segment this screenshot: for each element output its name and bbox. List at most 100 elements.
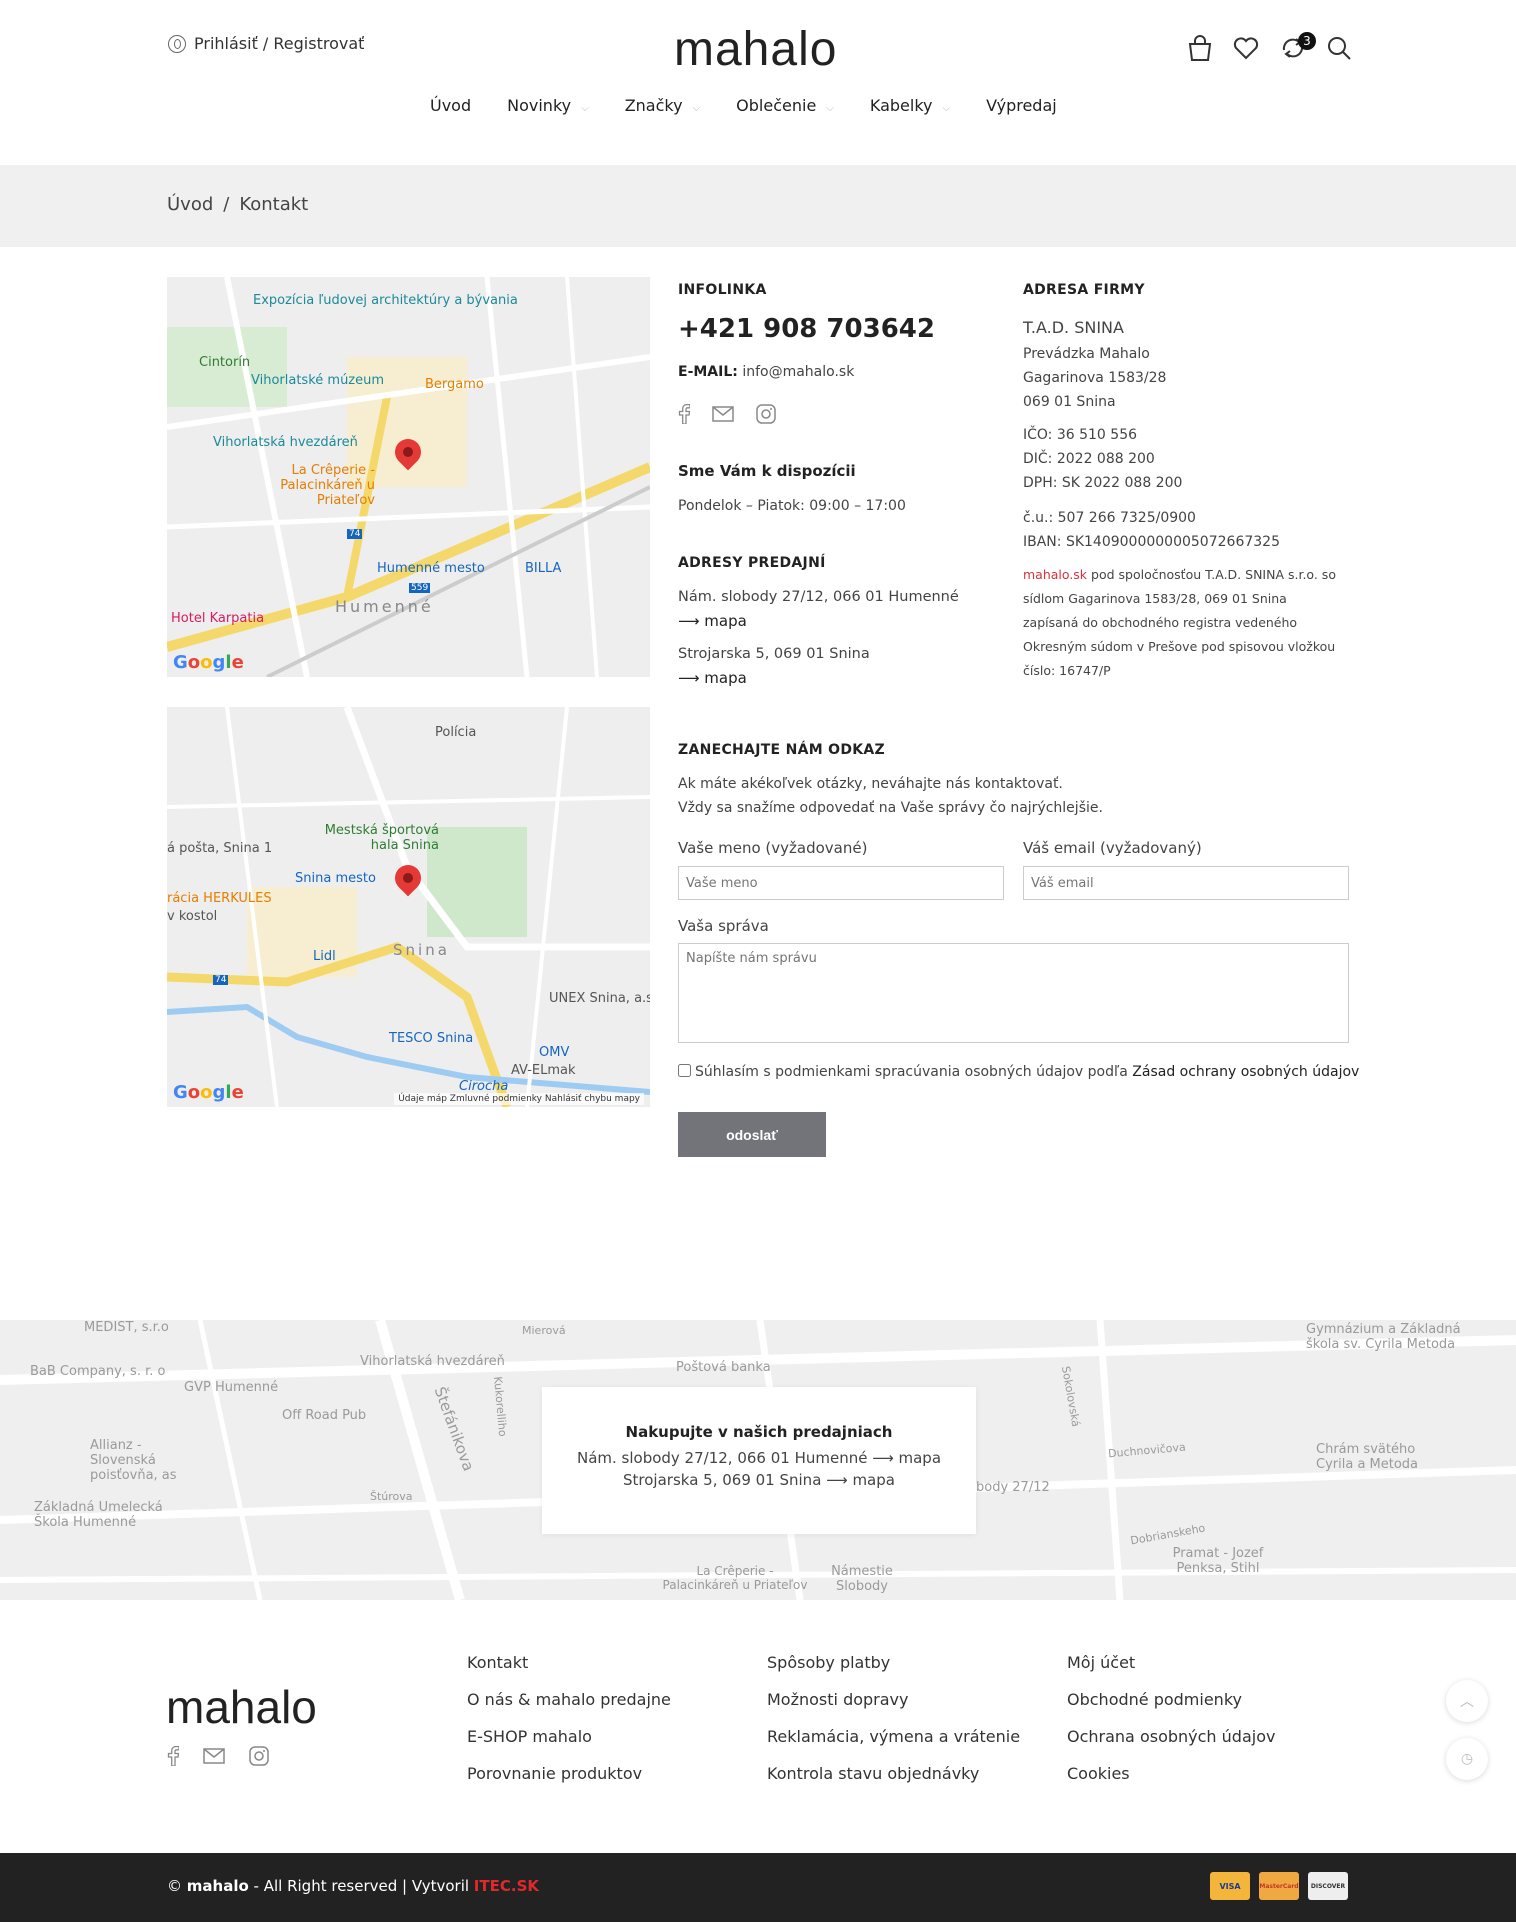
chevron-down-icon: ⌵ [942, 103, 951, 114]
map-label: Humenné [335, 597, 434, 616]
footer-link[interactable]: Kontakt [467, 1653, 528, 1672]
address-line: Prevádzka Mahalo [1023, 346, 1150, 362]
breadcrumb: Úvod / Kontakt [167, 194, 308, 215]
payment-cards: VISA MasterCard DISCOVER [1210, 1872, 1348, 1900]
company-address: Prevádzka Mahalo Gagarinova 1583/28 069 … [1023, 342, 1166, 414]
store-map-link-snina[interactable]: ⟶ mapa [678, 669, 747, 687]
facebook-icon[interactable] [678, 403, 691, 428]
privacy-policy-link[interactable]: Zásad ochrany osobných údajov [1132, 1064, 1359, 1080]
footer-link[interactable]: Spôsoby platby [767, 1653, 890, 1672]
footer-link[interactable]: E-SHOP mahalo [467, 1727, 592, 1746]
recently-viewed-button[interactable]: ◷ [1446, 1738, 1488, 1780]
footer-link[interactable]: Ochrana osobných údajov [1067, 1727, 1275, 1746]
legal-text: pod spoločnosťou T.A.D. SNINA s.r.o. so [1087, 567, 1336, 582]
store-map-link[interactable]: ⟶ mapa [872, 1449, 941, 1467]
instagram-icon[interactable] [249, 1746, 269, 1770]
store-map-link[interactable]: ⟶ mapa [826, 1471, 895, 1489]
copyright-text: - All Right reserved | Vytvoril [248, 1877, 474, 1895]
footer-social-links [167, 1745, 269, 1770]
available-heading: Sme Vám k dispozícii [678, 462, 856, 480]
footer-link[interactable]: Môj účet [1067, 1653, 1135, 1672]
map-footer-links[interactable]: Údaje máp Zmluvné podmienky Nahlásiť chy… [394, 1093, 644, 1105]
email-input[interactable] [1023, 866, 1349, 900]
chevron-down-icon: ⌵ [692, 103, 701, 114]
email-link[interactable]: info@mahalo.sk [742, 364, 854, 380]
map-label: Expozícia ľudovej architektúry a bývania [253, 293, 518, 308]
map-label: Lidl [313, 949, 336, 964]
band-map-label: Mierová [522, 1324, 566, 1337]
nav-item-kabelky[interactable]: Kabelky ⌵ [870, 96, 950, 115]
band-map-label: Vihorlatská hvezdáreň [360, 1354, 505, 1369]
map-label: Snina [393, 941, 450, 959]
band-map-label: GVP Humenné [184, 1380, 279, 1395]
map-snina[interactable]: Polícia Mestská športová hala Snina á po… [167, 707, 650, 1107]
legal-text: sídlom Gagarinova 1583/28, 069 01 Snina [1023, 591, 1287, 606]
google-logo: Google [173, 652, 244, 673]
message-textarea[interactable] [678, 943, 1349, 1043]
login-register-link[interactable]: Prihlásiť / Registrovať [168, 34, 364, 53]
company-ids: IČO: 36 510 556 DIČ: 2022 088 200 DPH: S… [1023, 423, 1182, 495]
facebook-icon[interactable] [167, 1745, 180, 1770]
store-address-humenne: Nám. slobody 27/12, 066 01 Humenné [678, 589, 959, 605]
phone-number[interactable]: +421 908 703642 [678, 314, 935, 344]
map-label: TESCO Snina [389, 1031, 474, 1046]
legal-text: číslo: 16747/P [1023, 663, 1111, 678]
consent-checkbox[interactable] [678, 1064, 691, 1077]
footer-link[interactable]: Reklamácia, výmena a vrátenie [767, 1727, 1020, 1746]
consent-row: Súhlasím s podmienkami spracúvania osobn… [678, 1062, 1368, 1082]
mastercard-icon: MasterCard [1259, 1872, 1299, 1900]
nav-item-novinky[interactable]: Novinky ⌵ [507, 96, 589, 115]
legal-brand-link[interactable]: mahalo.sk [1023, 567, 1087, 582]
wishlist-heart-icon[interactable] [1232, 34, 1260, 62]
map-label: BILLA [525, 561, 562, 576]
road-shield: 74 [213, 975, 229, 985]
band-map-label: Gymnázium a Základná škola sv. Cyrila Me… [1306, 1322, 1461, 1352]
name-input[interactable] [678, 866, 1004, 900]
footer-link[interactable]: Obchodné podmienky [1067, 1690, 1242, 1709]
stores-card-line: Nám. slobody 27/12, 066 01 Humenné ⟶ map… [542, 1449, 976, 1467]
compare-count-badge: 3 [1298, 32, 1316, 50]
footer-link[interactable]: Kontrola stavu objednávky [767, 1764, 979, 1783]
site-logo[interactable]: mahalo [674, 22, 837, 77]
breadcrumb-home[interactable]: Úvod [167, 194, 213, 215]
nav-item-oblecenie[interactable]: Oblečenie ⌵ [736, 96, 834, 115]
footer-link[interactable]: Cookies [1067, 1764, 1130, 1783]
company-name: T.A.D. SNINA [1023, 318, 1124, 337]
author-link[interactable]: ITEC.SK [474, 1877, 539, 1895]
nav-item-uvod[interactable]: Úvod [430, 96, 471, 115]
band-map-label: BaB Company, s. r. o [30, 1364, 166, 1379]
map-label: Humenné mesto [377, 561, 485, 576]
footer-link[interactable]: Možnosti dopravy [767, 1690, 908, 1709]
name-label: Vaše meno (vyžadované) [678, 839, 868, 857]
band-map-label: Poštová banka [676, 1360, 771, 1375]
company-iban: IBAN: SK1409000000005072667325 [1023, 534, 1280, 550]
nav-item-vypredaj[interactable]: Výpredaj [986, 96, 1057, 115]
footer-link[interactable]: O nás & mahalo predajne [467, 1690, 671, 1709]
footer-logo[interactable]: mahalo [166, 1680, 317, 1734]
store-map-link-humenne[interactable]: ⟶ mapa [678, 612, 747, 630]
store-address: Strojarska 5, 069 01 Snina [623, 1471, 822, 1489]
submit-button[interactable]: odoslať [678, 1112, 826, 1157]
search-icon[interactable] [1326, 35, 1352, 61]
road-shield: 74 [347, 529, 363, 539]
map-label: OMV [539, 1045, 570, 1060]
map-label: rácia HERKULES [167, 891, 272, 906]
map-humenne[interactable]: Expozícia ľudovej architektúry a bývania… [167, 277, 650, 677]
mail-icon[interactable] [203, 1748, 225, 1768]
map-label: Mestská športová hala Snina [324, 823, 439, 853]
mail-icon[interactable] [712, 406, 734, 426]
stores-card-line: Strojarska 5, 069 01 Snina ⟶ mapa [542, 1471, 976, 1489]
company-ico: IČO: 36 510 556 [1023, 427, 1138, 443]
instagram-icon[interactable] [756, 404, 776, 428]
scroll-to-top-button[interactable]: ︿ [1446, 1680, 1488, 1722]
map-roads [167, 707, 650, 1107]
nav-item-znacky[interactable]: Značky ⌵ [625, 96, 700, 115]
footer-link[interactable]: Porovnanie produktov [467, 1764, 642, 1783]
cart-icon[interactable] [1186, 34, 1214, 62]
band-map-label: La Crêperie - Palacinkáreň u Priateľov [662, 1564, 808, 1592]
map-label: Cirocha [459, 1079, 509, 1094]
map-label: Vihorlatské múzeum [251, 373, 385, 388]
clock-icon: ◷ [1460, 1751, 1474, 1767]
chevron-up-icon: ︿ [1460, 1694, 1474, 1710]
footer-col-3: Môj účet Obchodné podmienky Ochrana osob… [1067, 1644, 1275, 1792]
